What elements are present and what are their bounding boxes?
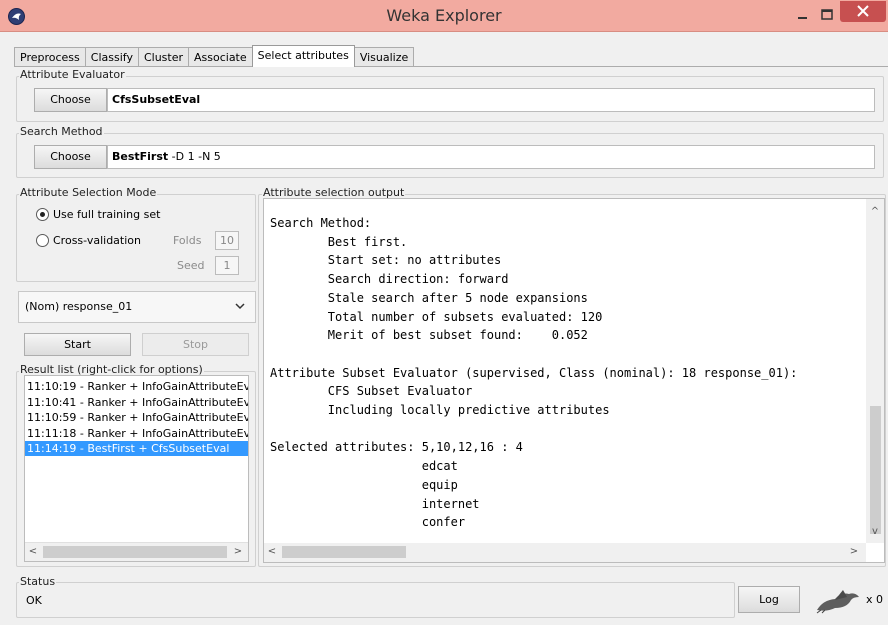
output-line: CFS Subset Evaluator <box>270 384 473 399</box>
output-text: Search Method: Best first. Start set: no… <box>270 214 797 532</box>
selection-mode-label: Attribute Selection Mode <box>19 186 158 199</box>
tab-classify[interactable]: Classify <box>84 47 139 67</box>
minimize-icon <box>798 17 807 19</box>
scroll-left-icon[interactable]: < <box>27 546 39 557</box>
output-line: Selected attributes: 5,10,12,16 : 4 <box>270 440 523 455</box>
output-line: equip <box>270 477 458 492</box>
weka-bird-icon[interactable] <box>813 588 861 614</box>
scroll-up-icon[interactable]: ^ <box>869 206 881 217</box>
status-panel <box>16 582 735 618</box>
close-button[interactable] <box>840 1 886 22</box>
output-line: confer <box>270 515 466 530</box>
scrollbar-thumb[interactable] <box>870 406 881 534</box>
output-text-area[interactable]: Search Method: Best first. Start set: no… <box>263 198 885 563</box>
output-line: Search direction: forward <box>270 272 509 287</box>
tab-preprocess[interactable]: Preprocess <box>14 47 86 67</box>
scroll-down-icon[interactable]: v <box>869 526 881 537</box>
output-line: internet <box>270 496 480 511</box>
attribute-evaluator-label: Attribute Evaluator <box>19 68 126 81</box>
window-title: Weka Explorer <box>386 6 502 25</box>
tab-bar: Preprocess Classify Cluster Associate Se… <box>14 45 415 67</box>
tab-associate[interactable]: Associate <box>188 47 253 67</box>
seed-input[interactable]: 1 <box>215 256 239 275</box>
search-method-label: Search Method <box>19 125 104 138</box>
task-count: x 0 <box>866 593 884 606</box>
folds-input[interactable]: 10 <box>215 231 239 250</box>
chevron-down-icon <box>235 303 245 310</box>
search-method-name: BestFirst <box>112 150 169 163</box>
output-hscrollbar[interactable]: < > <box>264 543 866 562</box>
log-button[interactable]: Log <box>738 586 800 613</box>
output-line: Total number of subsets evaluated: 120 <box>270 309 603 324</box>
result-list-hscrollbar[interactable]: < > <box>25 542 248 561</box>
stop-button[interactable]: Stop <box>142 333 249 356</box>
list-item[interactable]: 11:10:41 - Ranker + InfoGainAttributeEva… <box>25 395 248 410</box>
close-icon <box>857 5 869 17</box>
class-selector-value: (Nom) response_01 <box>25 300 133 313</box>
output-line: Search Method: <box>270 216 372 230</box>
output-line: edcat <box>270 459 458 474</box>
search-method-args: -D 1 -N 5 <box>168 150 221 163</box>
search-choose-button[interactable]: Choose <box>34 145 107 169</box>
list-item[interactable]: 11:10:19 - Ranker + InfoGainAttributeEva… <box>25 379 248 394</box>
full-training-label: Use full training set <box>53 208 161 221</box>
class-selector[interactable]: (Nom) response_01 <box>18 291 256 323</box>
tab-cluster[interactable]: Cluster <box>137 47 189 67</box>
minimize-button[interactable] <box>792 6 814 24</box>
folds-label: Folds <box>173 234 202 247</box>
seed-label: Seed <box>177 259 205 272</box>
evaluator-choose-button[interactable]: Choose <box>34 88 107 112</box>
maximize-icon <box>821 9 833 20</box>
tab-select-attributes[interactable]: Select attributes <box>251 45 355 67</box>
list-item[interactable]: 11:10:59 - Ranker + InfoGainAttributeEva… <box>25 410 248 425</box>
output-line: Stale search after 5 node expansions <box>270 290 588 305</box>
status-label: Status <box>19 575 57 588</box>
full-training-radio[interactable] <box>36 208 49 221</box>
scroll-right-icon[interactable]: > <box>848 546 860 557</box>
list-item-selected[interactable]: 11:14:19 - BestFirst + CfsSubsetEval <box>25 441 248 456</box>
output-line: Best first. <box>270 234 408 249</box>
evaluator-field[interactable]: CfsSubsetEval <box>107 88 875 112</box>
tab-divider <box>14 66 888 67</box>
cross-validation-radio[interactable] <box>36 234 49 247</box>
scroll-left-icon[interactable]: < <box>266 546 278 557</box>
tab-visualize[interactable]: Visualize <box>353 47 415 67</box>
scroll-right-icon[interactable]: > <box>232 546 244 557</box>
maximize-button[interactable] <box>816 6 838 24</box>
evaluator-name: CfsSubsetEval <box>112 93 201 106</box>
output-line: Start set: no attributes <box>270 253 502 268</box>
output-line: Including locally predictive attributes <box>270 403 610 418</box>
scrollbar-thumb[interactable] <box>282 546 406 558</box>
output-vscrollbar[interactable]: ^ <box>866 199 884 543</box>
scrollbar-thumb[interactable] <box>43 546 227 558</box>
title-bar: Weka Explorer <box>0 0 888 32</box>
cross-validation-label: Cross-validation <box>53 234 141 247</box>
list-item[interactable]: 11:11:18 - Ranker + InfoGainAttributeEva… <box>25 426 248 441</box>
search-method-field[interactable]: BestFirst -D 1 -N 5 <box>107 145 875 169</box>
start-button[interactable]: Start <box>24 333 131 356</box>
status-text: OK <box>26 594 42 607</box>
radio-selected-dot <box>40 212 45 217</box>
result-list[interactable]: 11:10:19 - Ranker + InfoGainAttributeEva… <box>24 375 249 562</box>
output-line: Attribute Subset Evaluator (supervised, … <box>270 365 798 380</box>
output-line: Merit of best subset found: 0.052 <box>270 328 588 343</box>
